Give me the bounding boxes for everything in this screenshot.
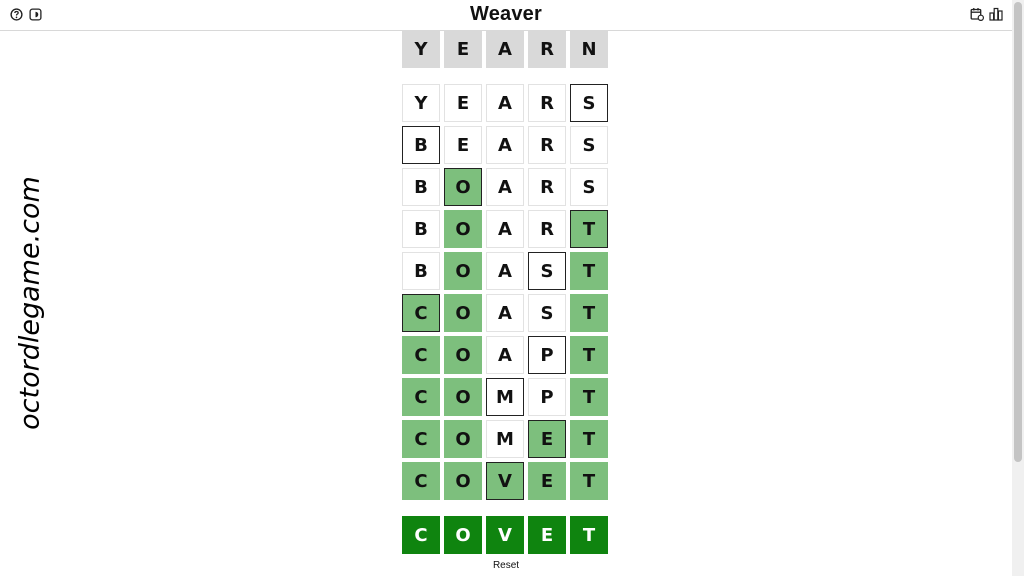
guess-tile: C xyxy=(402,378,440,416)
guess-tile: T xyxy=(570,420,608,458)
guess-tile: O xyxy=(444,378,482,416)
guess-tile: S xyxy=(570,84,608,122)
guess-tile: B xyxy=(402,168,440,206)
guess-row: BEARS xyxy=(402,126,608,164)
guess-tile: A xyxy=(486,294,524,332)
guess-row: BOAST xyxy=(402,252,608,290)
guess-tile: T xyxy=(570,462,608,500)
guess-tile: M xyxy=(486,420,524,458)
scrollbar-thumb[interactable] xyxy=(1014,2,1022,462)
guess-tile: S xyxy=(528,294,566,332)
guess-tile: O xyxy=(444,462,482,500)
start-tile: Y xyxy=(402,30,440,68)
guess-tile: E xyxy=(528,462,566,500)
start-tile: A xyxy=(486,30,524,68)
guess-tile: C xyxy=(402,294,440,332)
guess-tile: C xyxy=(402,336,440,374)
guess-tile: P xyxy=(528,336,566,374)
guess-row: COAST xyxy=(402,294,608,332)
guess-tile: C xyxy=(402,462,440,500)
guess-tile: S xyxy=(528,252,566,290)
guess-tile: S xyxy=(570,168,608,206)
guess-tile: A xyxy=(486,126,524,164)
target-tile: V xyxy=(486,516,524,554)
page-title: Weaver xyxy=(470,3,542,25)
guess-tile: A xyxy=(486,252,524,290)
guess-tile: P xyxy=(528,378,566,416)
guess-row: BOART xyxy=(402,210,608,248)
guess-row: COAPT xyxy=(402,336,608,374)
guess-tile: T xyxy=(570,378,608,416)
guess-tile: O xyxy=(444,210,482,248)
guess-tile: A xyxy=(486,336,524,374)
guess-tile: O xyxy=(444,252,482,290)
start-tile: E xyxy=(444,30,482,68)
start-tile: R xyxy=(528,30,566,68)
guess-tile: B xyxy=(402,210,440,248)
guess-row: BOARS xyxy=(402,168,608,206)
watermark-text: octordlegame.com xyxy=(14,176,46,430)
guess-tile: S xyxy=(570,126,608,164)
guess-tile: T xyxy=(570,210,608,248)
guess-tile: E xyxy=(528,420,566,458)
guess-tile: O xyxy=(444,336,482,374)
guess-tile: R xyxy=(528,126,566,164)
guess-tile: A xyxy=(486,210,524,248)
target-tile: T xyxy=(570,516,608,554)
guess-tile: O xyxy=(444,420,482,458)
guess-row: COMET xyxy=(402,420,608,458)
guess-tile: V xyxy=(486,462,524,500)
guess-tile: E xyxy=(444,126,482,164)
guess-tile: A xyxy=(486,84,524,122)
guess-tile: O xyxy=(444,168,482,206)
guess-tile: T xyxy=(570,294,608,332)
target-tile: C xyxy=(402,516,440,554)
guess-tile: Y xyxy=(402,84,440,122)
target-word-row: C O V E T xyxy=(402,516,608,554)
guess-row: COMPT xyxy=(402,378,608,416)
guess-tile: T xyxy=(570,336,608,374)
guess-tile: B xyxy=(402,252,440,290)
stats-icon[interactable] xyxy=(989,7,1003,21)
top-bar: Weaver xyxy=(0,0,1012,31)
start-tile: N xyxy=(570,30,608,68)
guess-row: YEARS xyxy=(402,84,608,122)
weaver-page: Weaver octordlegame.com Y E A R N YEARSB… xyxy=(0,0,1024,576)
calendar-icon[interactable] xyxy=(970,7,984,21)
guess-tile: O xyxy=(444,294,482,332)
guess-tile: R xyxy=(528,210,566,248)
guess-tile: T xyxy=(570,252,608,290)
target-tile: E xyxy=(528,516,566,554)
guess-tile: R xyxy=(528,168,566,206)
guess-tile: E xyxy=(444,84,482,122)
start-word-row: Y E A R N xyxy=(402,30,608,68)
target-tile: O xyxy=(444,516,482,554)
guess-tile: B xyxy=(402,126,440,164)
guess-row: COVET xyxy=(402,462,608,500)
reset-button[interactable]: Reset xyxy=(0,560,1012,571)
guess-tile: C xyxy=(402,420,440,458)
guess-tile: A xyxy=(486,168,524,206)
guess-tile: R xyxy=(528,84,566,122)
scrollbar[interactable] xyxy=(1012,0,1024,576)
guess-tile: M xyxy=(486,378,524,416)
